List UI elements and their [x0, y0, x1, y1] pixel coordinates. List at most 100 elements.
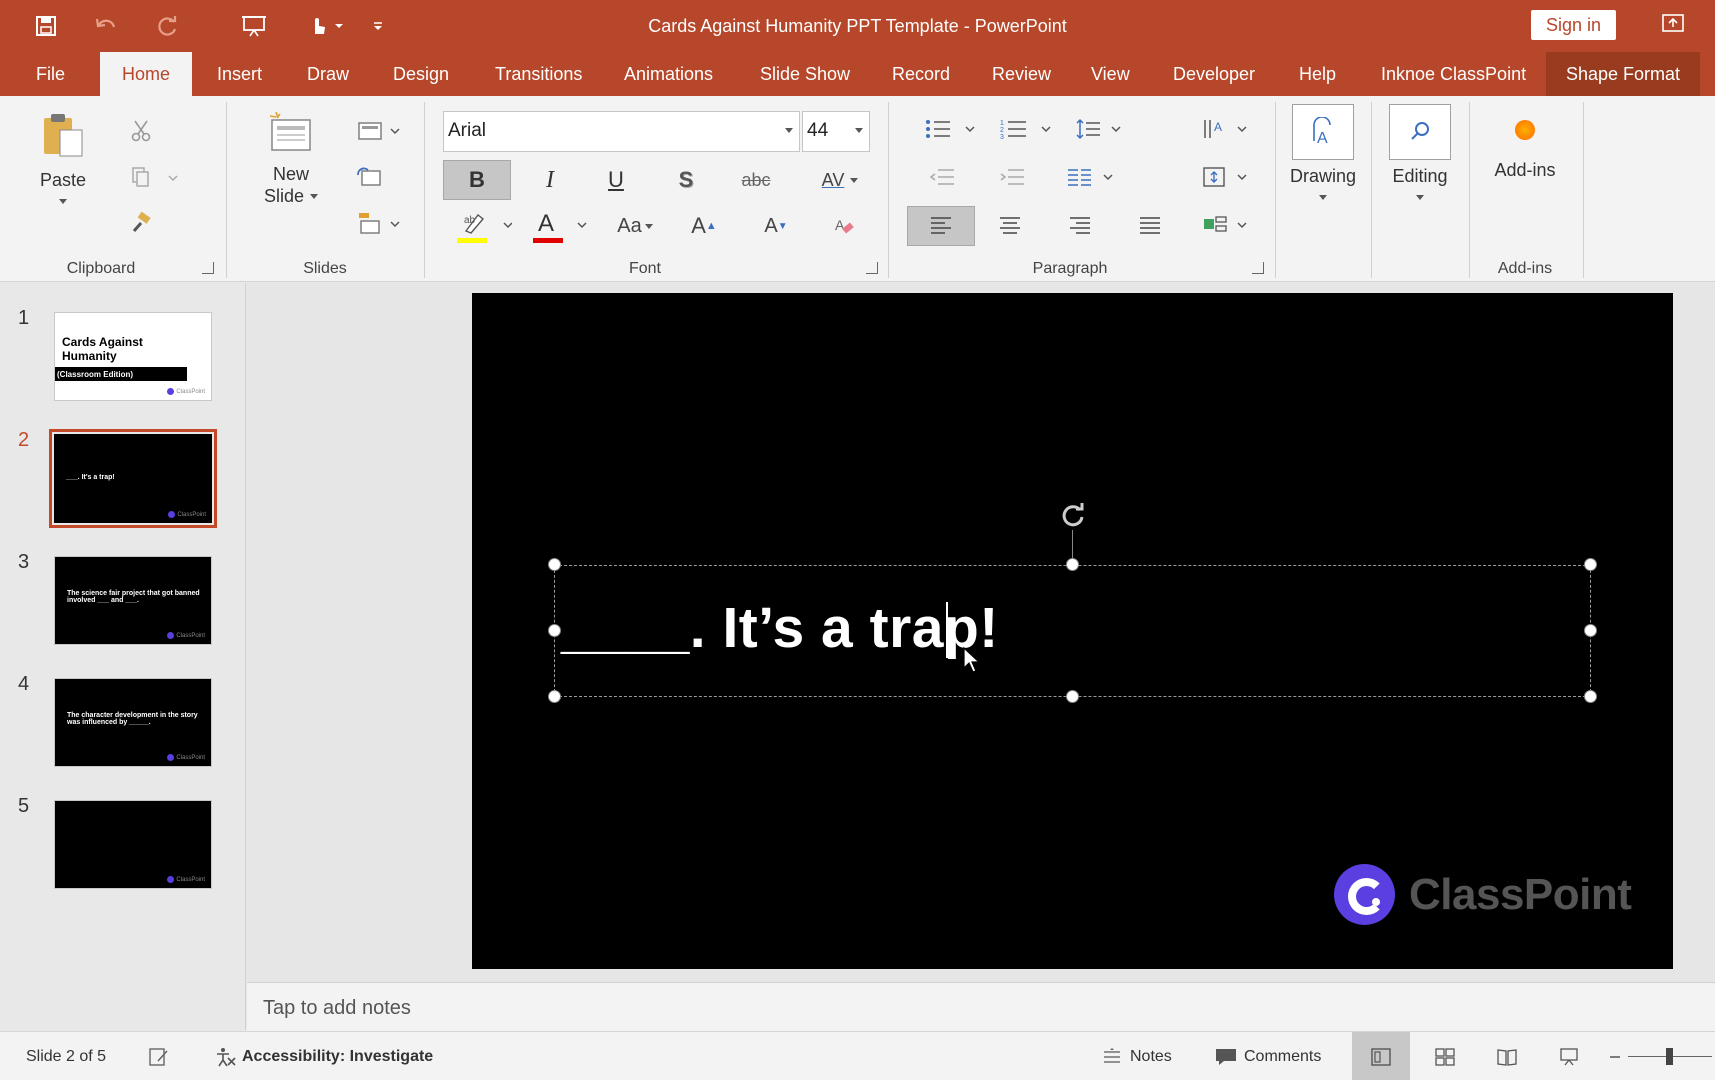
text-shadow-button[interactable]: S [666, 160, 706, 200]
grow-font-button[interactable]: A ▲ [684, 206, 724, 246]
customize-qat-icon[interactable] [368, 10, 388, 42]
bullets-button[interactable] [922, 114, 978, 144]
slide-counter[interactable]: Slide 2 of 5 [26, 1032, 106, 1080]
notes-placeholder[interactable]: Tap to add notes [263, 997, 411, 1020]
strikethrough-button[interactable]: abc [736, 160, 776, 200]
ribbon-display-options-icon[interactable] [1660, 12, 1688, 38]
justify-icon[interactable] [1130, 206, 1170, 246]
resize-handle-top-right[interactable] [1584, 558, 1597, 571]
shrink-font-label: A [764, 214, 778, 237]
font-size-value: 44 [807, 120, 829, 141]
tab-file[interactable]: File [36, 52, 65, 96]
align-center-icon[interactable] [990, 206, 1030, 246]
editing-button[interactable]: Editing [1387, 104, 1453, 214]
slide-thumbnail-4[interactable]: The character development in the story w… [54, 678, 212, 767]
comments-button[interactable]: Comments [1214, 1032, 1321, 1080]
section-button[interactable] [354, 208, 404, 238]
editing-label: Editing [1392, 166, 1448, 186]
text-direction-button[interactable]: A [1200, 114, 1250, 144]
add-ins-button[interactable]: Add-ins [1488, 110, 1562, 190]
tab-shape-format[interactable]: Shape Format [1546, 52, 1701, 96]
reset-slide-icon[interactable] [354, 162, 384, 192]
undo-icon[interactable] [90, 10, 122, 42]
tab-transitions[interactable]: Transitions [495, 52, 582, 96]
smartart-button[interactable] [1200, 210, 1250, 240]
new-slide-button[interactable]: New Slide [254, 110, 328, 232]
sign-in-button[interactable]: Sign in [1531, 10, 1616, 40]
layout-button[interactable] [354, 116, 404, 146]
change-case-button[interactable]: Aa [610, 206, 660, 246]
resize-handle-bottom[interactable] [1066, 690, 1079, 703]
underline-button[interactable]: U [596, 160, 636, 200]
tab-record[interactable]: Record [892, 52, 950, 96]
drawing-button[interactable]: A Drawing [1290, 104, 1356, 214]
clear-formatting-icon[interactable]: A [824, 206, 864, 246]
tab-review[interactable]: Review [992, 52, 1051, 96]
format-painter-icon[interactable] [126, 208, 156, 238]
slide-title-text[interactable]: ____. It’s a trap! [561, 595, 999, 661]
slide-show-view-icon[interactable] [1558, 1032, 1580, 1080]
present-from-beginning-icon[interactable] [238, 10, 270, 42]
redo-icon[interactable] [152, 10, 184, 42]
align-text-button[interactable] [1200, 162, 1250, 192]
tab-design[interactable]: Design [393, 52, 449, 96]
font-name-combobox[interactable]: Arial [443, 111, 800, 152]
separator [1469, 102, 1470, 278]
decrease-indent-icon[interactable] [922, 162, 962, 192]
slide-thumbnail-panel[interactable]: 1 Cards Against Humanity (Classroom Edit… [0, 283, 246, 1030]
shrink-font-button[interactable]: A ▼ [756, 206, 796, 246]
paste-button[interactable]: Paste [30, 110, 96, 228]
tab-developer[interactable]: Developer [1173, 52, 1255, 96]
cut-icon[interactable] [126, 116, 156, 146]
tab-animations[interactable]: Animations [624, 52, 713, 96]
resize-handle-bottom-right[interactable] [1584, 690, 1597, 703]
resize-handle-top[interactable] [1066, 558, 1079, 571]
resize-handle-top-left[interactable] [548, 558, 561, 571]
slide-thumbnail-5[interactable]: ClassPoint [54, 800, 212, 889]
increase-indent-icon[interactable] [992, 162, 1032, 192]
zoom-out-icon[interactable] [1608, 1032, 1622, 1080]
zoom-slider[interactable] [1628, 1032, 1712, 1080]
font-launcher-icon[interactable] [866, 262, 878, 274]
rotate-handle-icon[interactable] [1058, 500, 1088, 530]
tab-home[interactable]: Home [100, 52, 193, 96]
columns-button[interactable] [1064, 162, 1120, 192]
tab-insert[interactable]: Insert [217, 52, 262, 96]
notes-button[interactable]: Notes [1102, 1032, 1172, 1080]
tab-slide-show[interactable]: Slide Show [760, 52, 850, 96]
tab-view[interactable]: View [1091, 52, 1130, 96]
font-size-combobox[interactable]: 44 [802, 111, 870, 152]
tab-help[interactable]: Help [1299, 52, 1336, 96]
copy-icon[interactable] [124, 162, 184, 192]
italic-button[interactable]: I [530, 160, 570, 200]
character-spacing-button[interactable]: AV [810, 160, 870, 200]
notes-pane[interactable]: Tap to add notes [247, 982, 1715, 1031]
resize-handle-right[interactable] [1584, 624, 1597, 637]
slide-thumbnail-1[interactable]: Cards Against Humanity (Classroom Editio… [54, 312, 212, 401]
spellcheck-icon[interactable] [148, 1032, 170, 1080]
paragraph-launcher-icon[interactable] [1252, 262, 1264, 274]
svg-text:2: 2 [1000, 127, 1004, 134]
columns-icon [1068, 169, 1113, 186]
normal-view-icon[interactable] [1352, 1032, 1410, 1080]
resize-handle-bottom-left[interactable] [548, 690, 561, 703]
resize-handle-left[interactable] [548, 624, 561, 637]
thumbnail-number: 2 [18, 429, 30, 451]
tab-draw[interactable]: Draw [307, 52, 349, 96]
slide-thumbnail-2[interactable]: ___. It's a trap! ClassPoint [49, 429, 217, 528]
line-spacing-button[interactable] [1074, 114, 1124, 144]
accessibility-button[interactable]: Accessibility: Investigate [214, 1032, 433, 1080]
status-bar: Slide 2 of 5 Accessibility: Investigate … [0, 1031, 1715, 1080]
slide-sorter-icon[interactable] [1434, 1032, 1456, 1080]
tab-inknoe-classpoint[interactable]: Inknoe ClassPoint [1381, 52, 1526, 96]
reading-view-icon[interactable] [1496, 1032, 1518, 1080]
zoom-thumb[interactable] [1666, 1048, 1673, 1065]
save-icon[interactable] [30, 10, 62, 42]
clipboard-launcher-icon[interactable] [202, 262, 214, 274]
numbering-button[interactable]: 123 [998, 114, 1054, 144]
touch-mode-icon[interactable] [304, 10, 350, 42]
bold-button[interactable]: B [443, 160, 511, 200]
align-right-icon[interactable] [1060, 206, 1100, 246]
slide-thumbnail-3[interactable]: The science fair project that got banned… [54, 556, 212, 645]
align-left-icon[interactable] [907, 206, 975, 246]
